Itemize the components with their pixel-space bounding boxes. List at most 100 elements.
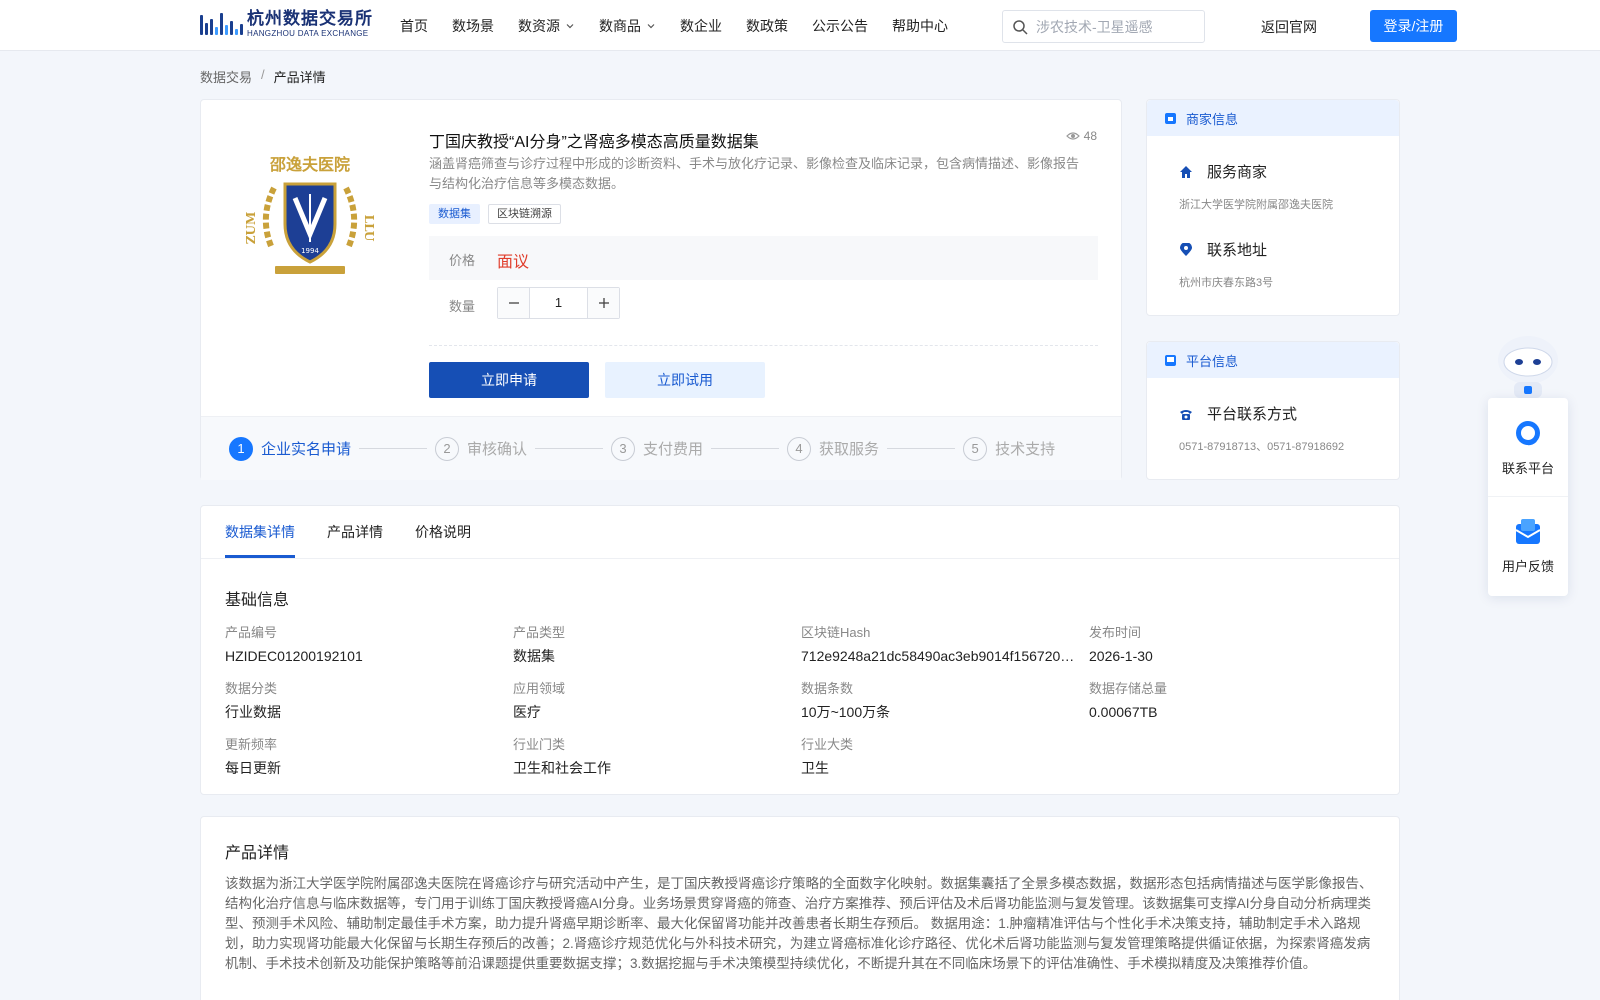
info-field: 数据条数 10万~100万条 [801,680,1089,722]
tabs-divider [201,558,1399,559]
step-label: 获取服务 [819,441,880,458]
nav-item-6[interactable]: 公示公告 [812,16,868,36]
view-count-value: 48 [1083,129,1097,143]
info-field: 行业大类 卫生 [801,736,1089,778]
info-field-value: 医疗 [513,704,541,720]
increase-button[interactable] [588,288,619,318]
location-pin-icon [1180,242,1192,256]
info-field: 更新频率 每日更新 [225,736,513,778]
nav-item-7[interactable]: 帮助中心 [892,16,948,36]
logo-subtitle: HANGZHOU DATA EXCHANGE [247,29,369,38]
info-field: 发布时间 2026-1-30 [1089,624,1375,666]
logo-bars-icon [200,10,244,38]
detail-tabs: 数据集详情 产品详情 价格说明 [225,506,503,558]
info-field-value: 卫生和社会工作 [513,760,611,776]
info-field: 产品编号 HZIDEC01200192101 [225,624,513,666]
logo-left-text: ZUM [244,212,258,245]
step-connector [535,448,604,449]
nav-item-2[interactable]: 数资源 [518,16,575,36]
step-number: 4 [787,436,812,461]
nav-item-label: 帮助中心 [892,17,948,34]
platform-info-title: 平台信息 [1186,353,1239,369]
tag-dataset: 数据集 [429,204,480,224]
step-1: 1 企业实名申请 [229,436,352,461]
info-field: 应用领域 医疗 [513,680,801,722]
basic-info-grid: 产品编号 HZIDEC01200192101 产品类型 数据集 区块链Hash 712e9… [225,624,1375,778]
nav-item-label: 数政策 [746,17,788,34]
info-field-key: 发布时间 [1089,625,1142,640]
divider [429,345,1098,346]
platform-info-card: 平台信息 平台联系方式 0571-87918713、0571-87918692 [1146,341,1400,480]
info-field-value: HZIDEC01200192101 [225,648,363,664]
info-field-key: 数据存储总量 [1089,681,1168,696]
platform-info-header: 平台信息 [1147,342,1399,378]
service-merchant-value: 浙江大学医学院附属邵逸夫医院 [1179,199,1333,211]
nav-item-0[interactable]: 首页 [400,16,428,36]
robot-assistant-icon[interactable] [1488,326,1568,398]
user-feedback-label: 用户反馈 [1501,559,1554,574]
chevron-down-icon [647,23,655,28]
breadcrumb-root[interactable]: 数据交易 [200,67,252,86]
info-field-value: 0.00067TB [1089,704,1158,720]
try-now-button[interactable]: 立即试用 [605,362,765,398]
site-logo[interactable]: 杭州数据交易所 HANGZHOU DATA EXCHANGE [200,9,373,39]
decrease-button[interactable] [498,288,529,318]
merchant-info-title: 商家信息 [1186,111,1239,127]
search-icon [1013,19,1028,35]
step-label: 技术支持 [995,441,1056,458]
nav-item-label: 公示公告 [812,17,868,34]
info-field-key: 应用领域 [513,681,566,696]
info-field-key: 产品编号 [225,625,278,640]
top-header: 杭州数据交易所 HANGZHOU DATA EXCHANGE 首页 数场景 数资源 数… [0,0,1600,51]
tab-0[interactable]: 数据集详情 [225,506,295,558]
search-box[interactable] [1002,10,1205,43]
step-connector [887,448,956,449]
product-description: 涵盖肾癌筛查与诊疗过程中形成的诊断资料、手术与放化疗记录、影像检查及临床记录，包… [429,156,1080,191]
product-card: 邵逸夫医院 ZUM LLU 1994 丁国庆教授“AI分身”之肾癌多模态高质量数… [200,99,1122,480]
address-value: 杭州市庆春东路3号 [1179,277,1274,289]
info-field-value: 10万~100万条 [801,704,891,720]
tab-1[interactable]: 产品详情 [327,506,383,558]
apply-now-button[interactable]: 立即申请 [429,362,589,398]
process-steps: 1 企业实名申请 2 审核确认 3 支付费用 4 获取服务 5 技术支持 [201,416,1121,480]
price-box: 价格 面议 [429,236,1098,280]
merchant-info-header: 商家信息 [1147,100,1399,136]
step-3: 3 支付费用 [611,436,703,461]
details-card: 数据集详情 产品详情 价格说明 基础信息 产品编号 HZIDEC01200192101… [200,505,1400,795]
quantity-value[interactable]: 1 [529,288,588,318]
info-field: 数据存储总量 0.00067TB [1089,680,1375,722]
platform-contact-label: 平台联系方式 [1207,406,1298,423]
nav-item-label: 数场景 [452,17,494,34]
step-label: 企业实名申请 [261,441,352,458]
login-register-button[interactable]: 登录/注册 [1370,10,1457,42]
search-input[interactable] [1036,18,1196,35]
nav-item-5[interactable]: 数政策 [746,16,788,36]
customer-service-icon [1516,420,1540,445]
logo-title: 杭州数据交易所 [247,9,373,28]
step-connector [711,448,780,449]
info-field: 产品类型 数据集 [513,624,801,666]
info-field: 行业门类卫生和社会工作 [513,736,801,778]
nav-item-label: 数商品 [599,17,641,34]
contact-platform-button[interactable]: 联系平台 [1488,398,1568,496]
logo-right-text: LLU [362,215,376,242]
breadcrumb-separator: / [261,67,265,82]
back-to-home-link[interactable]: 返回官网 [1261,17,1317,37]
info-field-key: 数据条数 [801,681,854,696]
minus-icon [508,302,519,304]
step-label: 审核确认 [467,441,528,458]
product-detail-title: 产品详情 [225,845,290,862]
price-value: 面议 [497,254,530,271]
nav-item-4[interactable]: 数企业 [680,16,722,36]
product-detail-text: 该数据为浙江大学医学院附属邵逸夫医院在肾癌诊疗与研究活动中产生，是丁国庆教授肾癌… [225,876,1373,971]
step-2: 2 审核确认 [435,436,528,461]
view-count: 48 [1065,129,1097,143]
quantity-stepper: 1 [497,287,620,319]
tab-2[interactable]: 价格说明 [415,506,471,558]
nav-item-3[interactable]: 数商品 [599,16,656,36]
info-field-key: 行业门类 [513,737,566,752]
step-number: 3 [611,436,636,461]
user-feedback-button[interactable]: 用户反馈 [1488,496,1568,594]
info-field-value: 数据集 [513,648,555,664]
nav-item-1[interactable]: 数场景 [452,16,494,36]
